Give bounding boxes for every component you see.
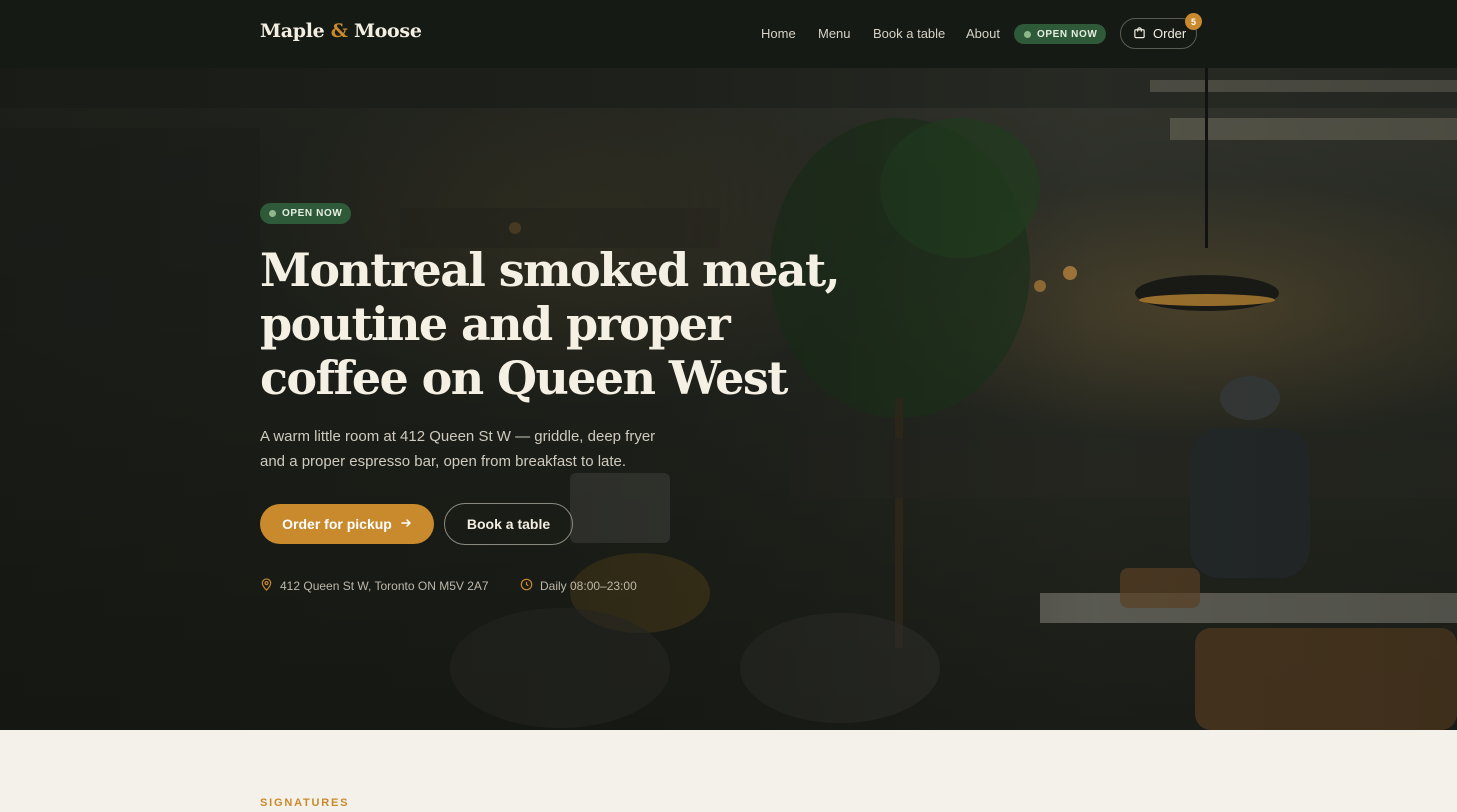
hero-subtitle-line: A warm little room at 412 Queen St W — g… xyxy=(260,428,656,445)
address-text: 412 Queen St W, Toronto ON M5V 2A7 xyxy=(280,579,489,593)
hero-title-line: coffee on Queen West xyxy=(260,351,788,405)
brand-ampersand: & xyxy=(330,20,348,42)
order-for-pickup-button[interactable]: Order for pickup xyxy=(260,504,434,544)
site-header: Maple & Moose Home Menu Book a table Abo… xyxy=(0,0,1457,68)
hero-subtitle: A warm little room at 412 Queen St W — g… xyxy=(260,424,720,474)
map-pin-icon xyxy=(260,578,273,594)
hero-open-now-pill: OPEN NOW xyxy=(260,203,351,224)
hero-open-now-label: OPEN NOW xyxy=(282,208,343,219)
hero-title-line: Montreal smoked meat, xyxy=(260,243,841,297)
open-now-badge: OPEN NOW xyxy=(1014,24,1106,44)
hero-title: Montreal smoked meat, poutine and proper… xyxy=(260,243,841,405)
book-a-table-button[interactable]: Book a table xyxy=(444,503,573,545)
hero-title-line: poutine and proper xyxy=(260,297,731,351)
status-dot-icon xyxy=(269,210,276,217)
shopping-bag-icon xyxy=(1133,26,1146,42)
clock-icon xyxy=(520,578,533,594)
brand-name-second: Moose xyxy=(353,20,422,42)
arrow-right-icon xyxy=(400,516,412,532)
brand-name-first: Maple xyxy=(260,20,325,42)
hero-subtitle-line: and a proper espresso bar, open from bre… xyxy=(260,453,627,470)
brand-logo[interactable]: Maple & Moose xyxy=(260,20,422,42)
nav-link-menu[interactable]: Menu xyxy=(818,26,851,41)
book-a-table-label: Book a table xyxy=(466,516,551,532)
cart-count-badge: 5 xyxy=(1185,13,1202,30)
address-info: 412 Queen St W, Toronto ON M5V 2A7 xyxy=(260,578,489,594)
status-dot-icon xyxy=(1024,30,1031,38)
hours-info: Daily 08:00–23:00 xyxy=(520,578,637,594)
open-now-label: OPEN NOW xyxy=(1037,28,1098,40)
hours-text: Daily 08:00–23:00 xyxy=(540,579,637,593)
nav-link-book-table[interactable]: Book a table xyxy=(873,26,945,41)
nav-link-home[interactable]: Home xyxy=(761,26,796,41)
order-for-pickup-label: Order for pickup xyxy=(282,516,392,532)
hero-section: OPEN NOW Montreal smoked meat, poutine a… xyxy=(0,68,1457,730)
nav-link-about[interactable]: About xyxy=(966,26,1000,41)
order-button-label: Order xyxy=(1153,26,1187,41)
signatures-eyebrow: SIGNATURES xyxy=(260,797,350,809)
